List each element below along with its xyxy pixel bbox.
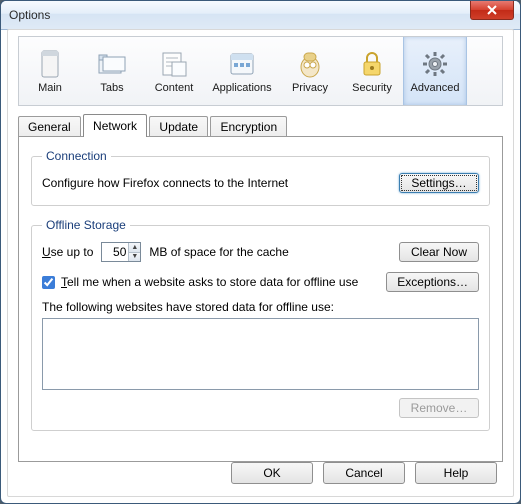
remove-button: Remove… (399, 398, 479, 418)
offline-storage-group: Offline Storage Use up to ▲ ▼ MB of spac… (31, 218, 490, 431)
applications-icon (226, 48, 258, 80)
spinner-up[interactable]: ▲ (129, 243, 140, 253)
category-label: Main (38, 82, 62, 94)
ok-button[interactable]: OK (231, 462, 313, 484)
category-label: Security (352, 82, 392, 94)
category-applications[interactable]: Applications (205, 37, 279, 105)
category-tabs[interactable]: Tabs (81, 37, 143, 105)
offline-legend: Offline Storage (42, 218, 130, 232)
tab-network[interactable]: Network (83, 114, 147, 137)
privacy-icon (294, 48, 326, 80)
dialog-buttons: OK Cancel Help (231, 462, 497, 484)
content-icon (158, 48, 190, 80)
window-title: Options (9, 8, 50, 22)
category-label: Content (155, 82, 194, 94)
exceptions-button[interactable]: Exceptions… (386, 272, 479, 292)
use-up-to-prefix: Use up to (42, 245, 93, 259)
close-icon (486, 5, 498, 15)
tell-me-label: Tell me when a website asks to store dat… (61, 275, 386, 289)
category-security[interactable]: Security (341, 37, 403, 105)
connection-settings-button[interactable]: Settings… (399, 173, 479, 193)
category-privacy[interactable]: Privacy (279, 37, 341, 105)
use-up-to-suffix: MB of space for the cache (149, 245, 399, 259)
network-panel: Connection Configure how Firefox connect… (18, 136, 503, 462)
category-content[interactable]: Content (143, 37, 205, 105)
category-label: Advanced (411, 82, 460, 94)
options-window: Options Main Tabs (0, 0, 521, 504)
offline-list-caption: The following websites have stored data … (42, 300, 479, 314)
spinner-down[interactable]: ▼ (129, 253, 140, 262)
cancel-button[interactable]: Cancel (323, 462, 405, 484)
clear-now-button[interactable]: Clear Now (399, 242, 479, 262)
connection-legend: Connection (42, 149, 111, 163)
connection-group: Connection Configure how Firefox connect… (31, 149, 490, 206)
cache-size-input[interactable] (102, 243, 128, 261)
offline-sites-listbox[interactable] (42, 318, 479, 390)
close-button[interactable] (470, 1, 514, 20)
category-label: Applications (212, 82, 271, 94)
category-label: Privacy (292, 82, 328, 94)
connection-text: Configure how Firefox connects to the In… (42, 176, 399, 190)
help-button[interactable]: Help (415, 462, 497, 484)
advanced-icon (419, 48, 451, 80)
titlebar: Options (1, 1, 520, 30)
tell-me-checkbox[interactable] (42, 276, 55, 289)
category-label: Tabs (100, 82, 123, 94)
tab-update[interactable]: Update (149, 116, 208, 138)
category-main[interactable]: Main (19, 37, 81, 105)
category-toolbar: Main Tabs Content Applications (18, 36, 503, 106)
subtab-strip: General Network Update Encryption (18, 114, 503, 136)
client-area: Main Tabs Content Applications (7, 29, 514, 497)
tabs-icon (96, 48, 128, 80)
tab-encryption[interactable]: Encryption (210, 116, 287, 138)
cache-size-spinner[interactable]: ▲ ▼ (101, 242, 141, 262)
category-advanced[interactable]: Advanced (403, 37, 467, 105)
security-icon (356, 48, 388, 80)
main-icon (34, 48, 66, 80)
tab-general[interactable]: General (18, 116, 81, 138)
